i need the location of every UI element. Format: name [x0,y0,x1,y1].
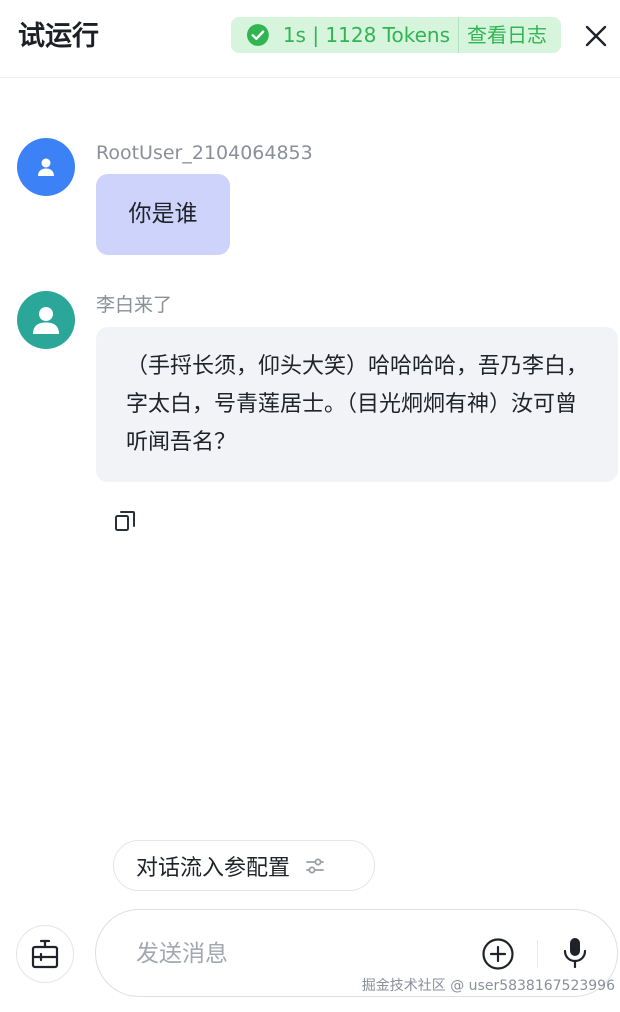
view-log-button[interactable]: 查看日志 [459,17,561,53]
page-title: 试运行 [18,21,99,52]
panel-header: 试运行 1s | 1128 Tokens 查看日志 [0,0,620,78]
user-avatar [17,138,75,196]
test-run-panel: 试运行 1s | 1128 Tokens 查看日志 RootUser_21040… [0,0,620,1012]
check-circle-icon [246,24,269,46]
watermark: 掘金技术社区 @ user5838167523996 [361,978,615,994]
user-icon [38,158,54,176]
config-label: 对话流入参配置 [136,855,291,881]
bot-sender-name: 李白来了 [96,294,173,316]
bot-avatar [17,291,75,349]
bot-message-bubble: （手捋长须，仰头大笑）哈哈哈哈，吾乃李白，字太白，号青莲居士。（目光炯炯有神）汝… [96,327,618,482]
sliders-icon [306,858,324,873]
toolbox-icon [31,939,59,969]
close-icon[interactable] [582,22,610,50]
workflow-input-config-button[interactable]: 对话流入参配置 [113,840,375,891]
run-status-pill: 1s | 1128 Tokens 查看日志 [231,17,561,53]
user-sender-name: RootUser_2104064853 [96,142,313,164]
toolbox-button[interactable] [16,925,74,983]
microphone-icon[interactable] [561,936,589,970]
plus-circle-icon[interactable] [481,937,515,971]
user-icon [33,307,59,334]
composer-divider [537,940,538,968]
copy-icon[interactable] [114,510,136,532]
run-stats: 1s | 1128 Tokens [282,23,450,47]
user-message-bubble: 你是谁 [96,174,230,255]
message-input[interactable] [136,934,456,974]
